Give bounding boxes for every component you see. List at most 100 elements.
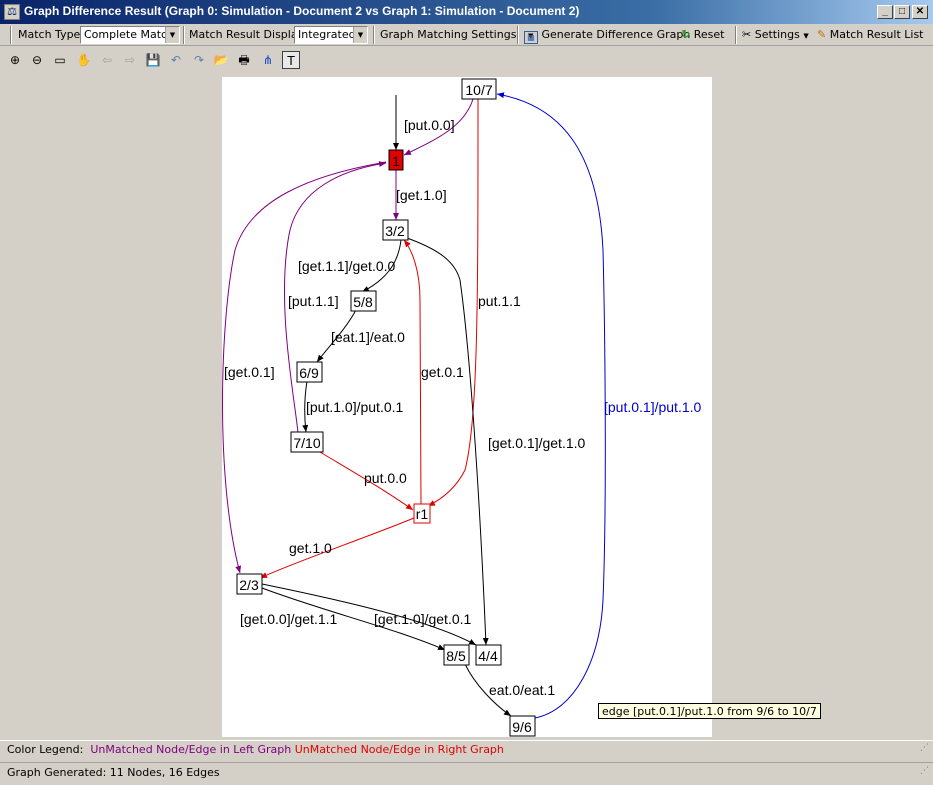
graph-node[interactable]: 2/3	[236, 573, 263, 595]
edge-label[interactable]: [put.0.0]	[404, 117, 455, 133]
match-result-display-select[interactable]: Integrated ▼	[294, 26, 368, 44]
resize-grip-icon: ⋰	[920, 743, 929, 753]
text-tool-icon[interactable]: T	[282, 51, 300, 69]
graph-matching-settings-button[interactable]: Graph Matching Settings ▼	[380, 26, 533, 44]
minimize-button[interactable]: _	[877, 5, 893, 19]
graph-node[interactable]: 6/9	[296, 361, 323, 383]
print-icon[interactable]: 🖶	[235, 51, 253, 69]
graph-node-unmatched-right[interactable]: r1	[413, 503, 431, 524]
resize-grip-icon[interactable]: ⋰	[920, 761, 929, 781]
generate-difference-graph-label: Generate Difference Graph	[541, 28, 691, 41]
chevron-down-icon[interactable]: ▼	[353, 27, 367, 43]
reset-label: Reset	[693, 28, 725, 41]
edge-label[interactable]: [eat.1]/eat.0	[331, 329, 405, 345]
save-icon[interactable]: 💾	[144, 51, 162, 69]
window-title: Graph Difference Result (Graph 0: Simula…	[24, 4, 580, 18]
refresh-icon: ↻	[681, 28, 691, 41]
match-type-label: Match Type	[18, 28, 81, 41]
toolbar-separator	[735, 26, 737, 44]
legend-right-unmatched: UnMatched Node/Edge in Right Graph	[294, 743, 504, 756]
chevron-down-icon[interactable]: ▼	[165, 27, 179, 43]
edge-label[interactable]: eat.0/eat.1	[489, 682, 555, 698]
graph-panel[interactable]: [put.0.0] [get.1.0] [get.1.1]/get.0.0 [p…	[222, 77, 712, 737]
match-result-display-value: Integrated	[298, 28, 356, 41]
graph-matching-settings-label: Graph Matching Settings	[380, 28, 517, 41]
graph-edge[interactable]	[259, 517, 415, 579]
node-label: 8/5	[446, 648, 466, 664]
node-label: 2/3	[239, 577, 259, 593]
edge-label[interactable]: [get.0.1]/get.1.0	[488, 435, 586, 451]
color-legend-bar: Color Legend: UnMatched Node/Edge in Lef…	[0, 740, 933, 760]
match-type-select[interactable]: Complete Match ▼	[80, 26, 180, 44]
settings-label: Settings	[754, 28, 800, 41]
edge-label[interactable]: put.0.0	[364, 470, 407, 486]
match-result-display-label: Match Result Display	[189, 28, 305, 41]
graph-edge-highlighted[interactable]	[496, 92, 606, 719]
edge-label[interactable]: [get.1.0]/get.0.1	[374, 611, 472, 627]
redo-icon[interactable]: ↷	[190, 51, 208, 69]
back-icon[interactable]: ⇦	[98, 51, 116, 69]
edge-label-highlighted[interactable]: [put.0.1]/put.1.0	[604, 399, 702, 415]
edge-label[interactable]: [put.1.0]/put.0.1	[306, 399, 404, 415]
match-result-list-button[interactable]: ✎ Match Result List	[817, 26, 924, 44]
forward-icon[interactable]: ⇨	[121, 51, 139, 69]
color-legend-label: Color Legend:	[7, 743, 84, 756]
graph-node-unmatched-left[interactable]: 1	[388, 149, 404, 171]
node-label: r1	[416, 506, 429, 522]
chevron-down-icon: ▼	[803, 32, 809, 40]
status-bar: Graph Generated: 11 Nodes, 16 Edges ⋰	[0, 762, 933, 784]
app-icon: ⚖	[4, 4, 20, 20]
edge-label[interactable]: [get.1.1]/get.0.0	[298, 258, 396, 274]
node-label: 5/8	[353, 294, 373, 310]
graph-node[interactable]: 8/5	[443, 644, 470, 666]
node-label: 6/9	[299, 365, 319, 381]
zoom-out-icon[interactable]: ⊖	[28, 51, 46, 69]
edge-label[interactable]: [get.0.1]	[224, 364, 275, 380]
edge-label[interactable]: put.1.1	[478, 293, 521, 309]
zoom-in-icon[interactable]: ⊕	[6, 51, 24, 69]
node-label: 3/2	[385, 223, 405, 239]
graph-node[interactable]: 9/6	[509, 715, 536, 737]
graph-edge[interactable]	[403, 239, 422, 506]
open-folder-icon[interactable]: 📂	[212, 51, 230, 69]
node-label: 10/7	[465, 82, 492, 98]
undo-icon[interactable]: ↶	[167, 51, 185, 69]
graph-node[interactable]: 4/4	[475, 644, 502, 666]
match-type-value: Complete Match	[84, 28, 175, 41]
graph-node[interactable]: 7/10	[290, 431, 324, 453]
hand-icon[interactable]: ✋	[75, 51, 93, 69]
graph-edge[interactable]	[427, 98, 479, 507]
tools-icon: ✂	[742, 28, 752, 41]
generate-difference-graph-button[interactable]: ▦ Generate Difference Graph	[524, 26, 690, 44]
graph-edge[interactable]	[406, 237, 489, 646]
edge-label[interactable]: [get.0.0]/get.1.1	[240, 611, 338, 627]
graph-node[interactable]: 3/2	[382, 219, 409, 241]
graph-node[interactable]: 10/7	[461, 78, 497, 100]
match-result-list-label: Match Result List	[829, 28, 924, 41]
maximize-button[interactable]: □	[894, 5, 910, 19]
toolbar-separator	[373, 26, 375, 44]
toolbar-grip	[10, 26, 12, 44]
difference-graph-icon: ▦	[524, 31, 538, 44]
layout-tree-icon[interactable]: ⋔	[259, 51, 277, 69]
edge-tooltip: edge [put.0.1]/put.1.0 from 9/6 to 10/7	[598, 703, 821, 719]
status-text: Graph Generated: 11 Nodes, 16 Edges	[7, 766, 220, 779]
graph-edge-labels: [put.0.0] [get.1.0] [get.1.1]/get.0.0 [p…	[224, 117, 702, 698]
node-label: 4/4	[478, 648, 498, 664]
edge-label[interactable]: [get.1.0]	[396, 187, 447, 203]
toolbar-separator	[183, 26, 185, 44]
close-button[interactable]: ✕	[912, 5, 928, 19]
reset-button[interactable]: ↻ Reset	[681, 26, 724, 44]
node-label: 7/10	[293, 435, 320, 451]
select-rect-icon[interactable]: ▭	[51, 51, 69, 69]
graph-node[interactable]: 5/8	[350, 290, 377, 312]
main-toolbar: Match Type Complete Match ▼ Match Result…	[0, 24, 933, 46]
legend-left-unmatched: UnMatched Node/Edge in Left Graph	[90, 743, 292, 756]
edge-label[interactable]: get.1.0	[289, 540, 332, 556]
difference-graph[interactable]: [put.0.0] [get.1.0] [get.1.1]/get.0.0 [p…	[222, 77, 712, 737]
tools-toolbar: ⊕ ⊖ ▭ ✋ ⇦ ⇨ 💾 ↶ ↷ 📂 🖶 ⋔ T	[0, 48, 933, 72]
edge-label[interactable]: get.0.1	[421, 364, 464, 380]
settings-button[interactable]: ✂ Settings ▼	[742, 26, 809, 44]
edge-label[interactable]: [put.1.1]	[288, 293, 339, 309]
list-edit-icon: ✎	[817, 28, 827, 41]
